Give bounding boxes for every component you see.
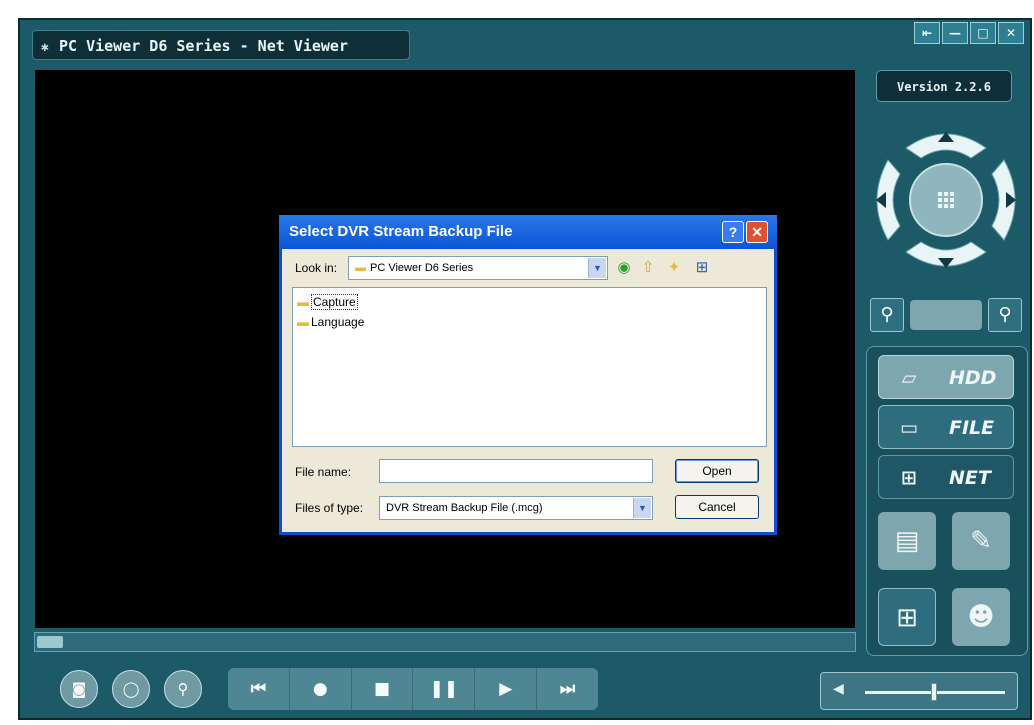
camera-icon: ◙ <box>71 680 87 698</box>
version-label: Version 2.2.6 <box>876 70 1012 102</box>
hdd-label: HDD <box>949 367 997 389</box>
speaker-icon: ◀ <box>833 681 844 697</box>
chevron-down-icon[interactable]: ▼ <box>588 258 606 278</box>
zoom-in-icon: ⚲ <box>880 304 894 325</box>
users-icon: ☻ <box>967 602 995 632</box>
playback-controls: ⏮ ● ■ ❚❚ ▶ ⏭ <box>228 668 598 710</box>
circle-icon: ● <box>312 679 328 699</box>
control-bar: ◙ ◯ ⚲ ⏮ ● ■ ❚❚ ▶ ⏭ <box>34 664 856 716</box>
dialog-title: Select DVR Stream Backup File <box>279 215 777 249</box>
file-label: FILE <box>949 417 995 439</box>
file-list: ▬ Capture ▬ Language <box>292 287 767 447</box>
list-button[interactable]: ▤ <box>878 512 936 570</box>
file-name-label: File name: <box>295 465 352 479</box>
up-folder-icon[interactable]: ⇧ <box>638 258 658 278</box>
look-in-select[interactable]: ▬ PC Viewer D6 Series ▼ <box>348 256 608 280</box>
file-button[interactable]: ▭ FILE <box>878 405 1014 449</box>
folder-icon: ▬ <box>297 315 309 329</box>
folder-icon: ▭ <box>900 417 918 439</box>
new-folder-icon[interactable]: ✦ <box>664 258 684 278</box>
search-button[interactable]: ⚲ <box>164 670 202 708</box>
record-dot-button[interactable]: ● <box>290 668 352 710</box>
skip-forward-icon: ⏭ <box>559 679 576 699</box>
net-button[interactable]: ⊞ NET <box>878 455 1014 499</box>
zoom-level-bar <box>910 300 982 330</box>
list-icon: ▤ <box>894 526 920 556</box>
stop-icon: ■ <box>374 679 391 699</box>
seek-bar[interactable] <box>34 632 856 652</box>
minimize-button[interactable]: — <box>942 22 968 44</box>
maximize-button[interactable]: □ <box>970 22 996 44</box>
back-icon[interactable]: ◉ <box>614 258 634 278</box>
help-button[interactable]: ? <box>722 221 744 243</box>
list-item[interactable]: ▬ Capture <box>297 294 358 310</box>
ptz-control <box>866 120 1026 280</box>
folder-name: Language <box>311 315 365 329</box>
settings-button[interactable]: ✎ <box>952 512 1010 570</box>
window-controls: ⇤ — □ ✕ <box>914 22 1024 44</box>
zoom-row: ⚲ ⚲ <box>870 298 1022 332</box>
network-icon: ⊞ <box>896 603 918 633</box>
record-icon: ◯ <box>122 680 140 698</box>
chevron-down-icon[interactable]: ▼ <box>633 498 651 518</box>
open-button[interactable]: Open <box>675 459 759 483</box>
zoom-in-button[interactable]: ⚲ <box>870 298 904 332</box>
record-button[interactable]: ◯ <box>112 670 150 708</box>
grid-icon <box>938 192 954 208</box>
close-button[interactable]: ✕ <box>998 22 1024 44</box>
ptz-ring <box>876 132 1016 268</box>
play-icon: ▶ <box>499 679 513 699</box>
files-of-type-value: DVR Stream Backup File (.mcg) <box>386 502 543 514</box>
view-menu-icon[interactable]: ⊞ <box>692 258 712 278</box>
play-button[interactable]: ▶ <box>475 668 538 710</box>
network-icon: ⊞ <box>901 467 917 489</box>
snapshot-button[interactable]: ◙ <box>60 670 98 708</box>
pause-button[interactable]: ❚❚ <box>413 668 476 710</box>
users-button[interactable]: ☻ <box>952 588 1010 646</box>
pause-icon: ❚❚ <box>429 679 459 699</box>
dialog-close-button[interactable]: ✕ <box>746 221 768 243</box>
stop-button[interactable]: ■ <box>352 668 414 710</box>
folder-icon: ▬ <box>297 295 309 309</box>
net-label: NET <box>949 467 991 489</box>
volume-thumb[interactable] <box>931 683 937 701</box>
files-of-type-label: Files of type: <box>295 501 364 515</box>
seek-thumb[interactable] <box>37 636 63 648</box>
folder-name: Capture <box>311 294 358 310</box>
file-name-field[interactable] <box>379 459 653 483</box>
zoom-out-icon: ⚲ <box>998 304 1012 325</box>
select-file-dialog: Select DVR Stream Backup File ? ✕ Look i… <box>279 215 777 535</box>
skip-back-icon: ⏮ <box>250 679 267 699</box>
look-in-value: PC Viewer D6 Series <box>370 262 474 274</box>
app-title-bar: ✱ PC Viewer D6 Series - Net Viewer <box>32 30 410 60</box>
volume-control: ◀ <box>820 672 1018 710</box>
list-item[interactable]: ▬ Language <box>297 314 364 330</box>
folder-icon: ▬ <box>355 262 366 274</box>
files-of-type-select[interactable]: DVR Stream Backup File (.mcg) ▼ <box>379 496 653 520</box>
hdd-icon: ▱ <box>901 367 917 389</box>
skip-forward-button[interactable]: ⏭ <box>537 668 598 710</box>
search-icon: ⚲ <box>177 680 189 698</box>
look-in-label: Look in: <box>295 261 338 275</box>
hdd-button[interactable]: ▱ HDD <box>878 355 1014 399</box>
network-setup-button[interactable]: ⊞ <box>878 588 936 646</box>
app-title: PC Viewer D6 Series - Net Viewer <box>59 37 348 55</box>
wrench-icon: ✎ <box>970 526 992 556</box>
app-logo-icon: ✱ <box>41 40 49 55</box>
skip-back-button[interactable]: ⏮ <box>228 668 290 710</box>
cancel-button[interactable]: Cancel <box>675 495 759 519</box>
restore-icon[interactable]: ⇤ <box>914 22 940 44</box>
zoom-out-button[interactable]: ⚲ <box>988 298 1022 332</box>
